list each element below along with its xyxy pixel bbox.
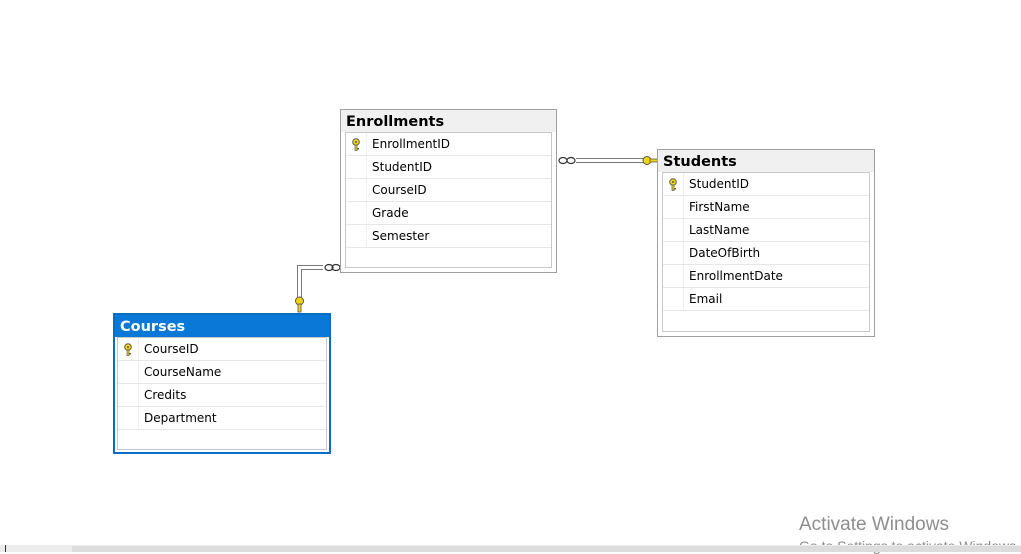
column-row[interactable]: EnrollmentDate [663, 265, 869, 288]
column-name: EnrollmentDate [689, 269, 783, 283]
column-row[interactable]: StudentID [663, 173, 869, 196]
column-row[interactable]: DateOfBirth [663, 242, 869, 265]
column-name: DateOfBirth [689, 246, 761, 260]
column-name: CourseName [144, 365, 222, 379]
horizontal-scrollbar[interactable] [0, 545, 1021, 552]
column-row[interactable]: StudentID [346, 156, 551, 179]
column-row[interactable]: Credits [118, 384, 326, 407]
column-list: StudentID FirstName LastName DateOfBirth… [662, 172, 870, 332]
column-list: CourseID CourseName Credits Department [117, 337, 327, 450]
primary-key-icon [124, 343, 132, 356]
column-name: Grade [372, 206, 409, 220]
column-name: Department [144, 411, 217, 425]
column-name: Email [689, 292, 723, 306]
column-name: StudentID [372, 160, 433, 174]
column-name: StudentID [689, 177, 750, 191]
one-end-key-icon [642, 156, 659, 165]
column-row[interactable]: LastName [663, 219, 869, 242]
column-name: LastName [689, 223, 750, 237]
column-row[interactable]: Department [118, 407, 326, 430]
column-row[interactable]: CourseName [118, 361, 326, 384]
column-name: Semester [372, 229, 430, 243]
primary-key-icon [352, 138, 360, 151]
column-row[interactable]: Semester [346, 225, 551, 248]
many-end-infinity-icon [558, 156, 568, 165]
primary-key-icon [669, 178, 677, 191]
table-students[interactable]: Students StudentID FirstName LastName Da… [657, 149, 875, 337]
diagram-canvas[interactable]: Enrollments EnrollmentID StudentID Cours… [0, 0, 1021, 554]
column-name: Credits [144, 388, 187, 402]
column-row[interactable]: Email [663, 288, 869, 311]
watermark-title: Activate Windows [799, 514, 949, 535]
relationship-enrollments-students[interactable] [558, 156, 659, 165]
column-row[interactable]: EnrollmentID [346, 133, 551, 156]
scrollbar-marker [5, 545, 6, 552]
table-title[interactable]: Courses [115, 315, 329, 337]
column-row[interactable]: Grade [346, 202, 551, 225]
scrollbar-thumb[interactable] [72, 546, 1021, 552]
column-list: EnrollmentID StudentID CourseID Grade Se… [345, 132, 552, 268]
relationship-enrollments-courses[interactable] [295, 263, 341, 313]
column-name: CourseID [144, 342, 199, 356]
column-name: CourseID [372, 183, 427, 197]
table-courses[interactable]: Courses CourseID CourseName Credits Depa… [113, 313, 331, 454]
one-end-key-icon [295, 296, 304, 313]
table-enrollments[interactable]: Enrollments EnrollmentID StudentID Cours… [340, 109, 557, 273]
column-row[interactable]: CourseID [346, 179, 551, 202]
column-row[interactable]: FirstName [663, 196, 869, 219]
table-title[interactable]: Enrollments [341, 110, 556, 132]
column-name: FirstName [689, 200, 750, 214]
table-title[interactable]: Students [658, 150, 874, 172]
column-name: EnrollmentID [372, 137, 451, 151]
column-row[interactable]: CourseID [118, 338, 326, 361]
